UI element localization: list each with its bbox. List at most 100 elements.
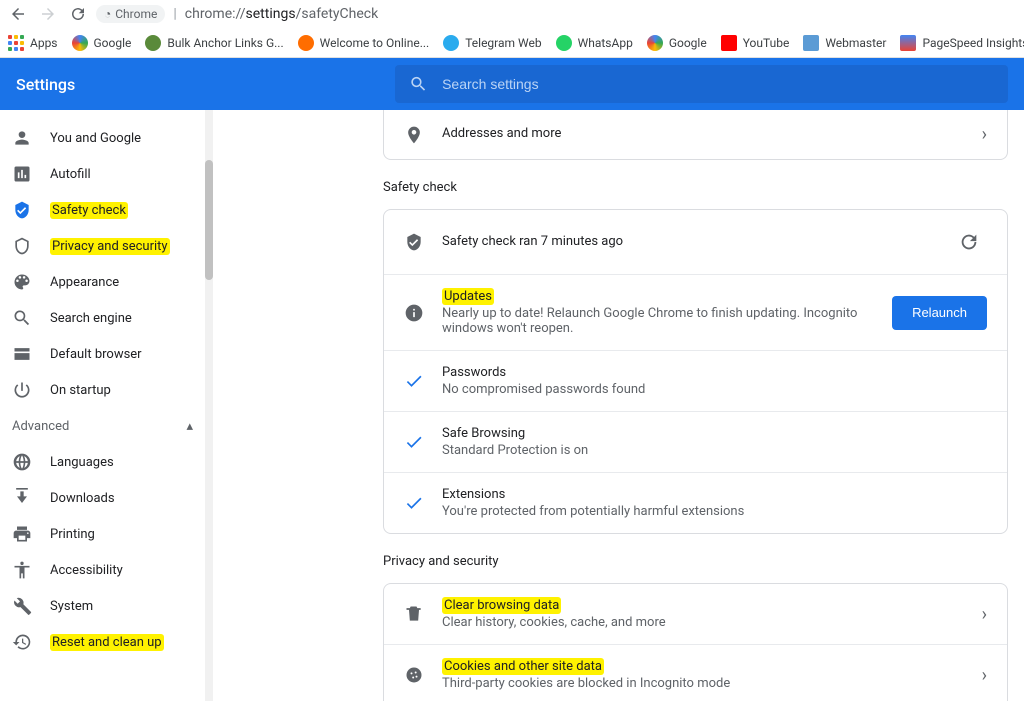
- trash-icon: [404, 604, 424, 624]
- content-area: Addresses and more › Safety check Safety…: [213, 110, 1024, 701]
- youtube-icon: [721, 35, 737, 51]
- bookmark-label: Google: [94, 36, 132, 50]
- bookmark-bulk-anchor[interactable]: Bulk Anchor Links G...: [145, 35, 283, 51]
- sidebar: You and Google Autofill Safety check Pri…: [0, 110, 205, 701]
- sidebar-item-default-browser[interactable]: Default browser: [0, 336, 205, 372]
- check-icon: [404, 493, 424, 513]
- shield-check-icon: [404, 232, 424, 252]
- info-icon: [404, 303, 424, 323]
- bookmark-welcome[interactable]: Welcome to Online...: [298, 35, 430, 51]
- settings-header: Settings: [0, 58, 1024, 110]
- cookie-icon: [404, 665, 424, 685]
- sidebar-item-label: On startup: [50, 383, 111, 398]
- row-title: Clear browsing data: [442, 598, 964, 613]
- addresses-row[interactable]: Addresses and more ›: [384, 110, 1007, 159]
- privacy-section-title: Privacy and security: [383, 554, 1008, 569]
- row-title: Addresses and more: [442, 126, 964, 141]
- bookmark-label: Apps: [30, 36, 58, 50]
- relaunch-button[interactable]: Relaunch: [892, 296, 987, 330]
- privacy-card: Clear browsing data Clear history, cookie…: [383, 583, 1008, 701]
- apps-button[interactable]: Apps: [8, 35, 58, 51]
- bookmark-youtube[interactable]: YouTube: [721, 35, 790, 51]
- bookmark-telegram[interactable]: Telegram Web: [443, 35, 541, 51]
- back-button[interactable]: [6, 2, 30, 26]
- person-icon: [12, 128, 32, 148]
- favicon: [145, 35, 161, 51]
- restore-icon: [12, 632, 32, 652]
- bookmark-pagespeed[interactable]: PageSpeed Insights: [900, 35, 1024, 51]
- sidebar-item-label: Printing: [50, 527, 95, 542]
- url-bar[interactable]: ◔Chrome | chrome://settings/safetyCheck: [96, 5, 378, 23]
- sidebar-item-label: You and Google: [50, 131, 141, 146]
- autofill-icon: [12, 164, 32, 184]
- browser-nav-bar: ◔Chrome | chrome://settings/safetyCheck: [0, 0, 1024, 28]
- page-title: Settings: [16, 75, 75, 94]
- sidebar-item-downloads[interactable]: Downloads: [0, 480, 205, 516]
- addresses-card: Addresses and more ›: [383, 110, 1008, 160]
- rerun-button[interactable]: [951, 224, 987, 260]
- bookmark-label: PageSpeed Insights: [922, 36, 1024, 50]
- sidebar-item-label: Reset and clean up: [50, 635, 164, 650]
- row-title: Cookies and other site data: [442, 659, 964, 674]
- forward-button[interactable]: [36, 2, 60, 26]
- sidebar-item-you-and-google[interactable]: You and Google: [0, 120, 205, 156]
- sidebar-item-reset[interactable]: Reset and clean up: [0, 624, 205, 660]
- clear-data-row[interactable]: Clear browsing data Clear history, cookie…: [384, 584, 1007, 644]
- sidebar-item-printing[interactable]: Printing: [0, 516, 205, 552]
- sidebar-item-languages[interactable]: Languages: [0, 444, 205, 480]
- search-icon: [12, 308, 32, 328]
- check-icon: [404, 432, 424, 452]
- bookmark-webmaster[interactable]: Webmaster: [803, 35, 886, 51]
- safety-check-card: Safety check ran 7 minutes ago Updates N…: [383, 209, 1008, 534]
- whatsapp-icon: [556, 35, 572, 51]
- sidebar-item-appearance[interactable]: Appearance: [0, 264, 205, 300]
- row-title: Safety check ran 7 minutes ago: [442, 234, 933, 249]
- sidebar-item-privacy[interactable]: Privacy and security: [0, 228, 205, 264]
- cookies-row[interactable]: Cookies and other site data Third-party c…: [384, 644, 1007, 701]
- sidebar-item-search-engine[interactable]: Search engine: [0, 300, 205, 336]
- sidebar-item-autofill[interactable]: Autofill: [0, 156, 205, 192]
- sidebar-advanced-toggle[interactable]: Advanced▴: [0, 408, 205, 444]
- sidebar-scrollbar[interactable]: [205, 110, 213, 701]
- sidebar-item-label: Search engine: [50, 311, 132, 326]
- globe-icon: [12, 452, 32, 472]
- sidebar-item-label: Privacy and security: [50, 239, 170, 254]
- row-sub: No compromised passwords found: [442, 382, 987, 397]
- apps-icon: [8, 35, 24, 51]
- bookmark-label: Telegram Web: [465, 36, 541, 50]
- chevron-up-icon: ▴: [186, 419, 193, 434]
- search-input[interactable]: [442, 76, 994, 92]
- bookmark-google2[interactable]: Google: [647, 35, 707, 51]
- browser-icon: [12, 344, 32, 364]
- sidebar-item-system[interactable]: System: [0, 588, 205, 624]
- wrench-icon: [12, 596, 32, 616]
- power-icon: [12, 380, 32, 400]
- row-sub: Third-party cookies are blocked in Incog…: [442, 676, 964, 691]
- sidebar-item-on-startup[interactable]: On startup: [0, 372, 205, 408]
- bookmark-label: Welcome to Online...: [320, 36, 430, 50]
- shield-icon: [12, 236, 32, 256]
- row-sub: Clear history, cookies, cache, and more: [442, 615, 964, 630]
- bookmarks-bar: Apps Google Bulk Anchor Links G... Welco…: [0, 28, 1024, 58]
- bookmark-whatsapp[interactable]: WhatsApp: [556, 35, 633, 51]
- bookmark-google[interactable]: Google: [72, 35, 132, 51]
- check-icon: [404, 371, 424, 391]
- sidebar-item-safety-check[interactable]: Safety check: [0, 192, 205, 228]
- location-icon: [404, 125, 424, 145]
- row-sub: You're protected from potentially harmfu…: [442, 504, 987, 519]
- row-title: Updates: [442, 289, 874, 304]
- sidebar-item-accessibility[interactable]: Accessibility: [0, 552, 205, 588]
- scrollbar-thumb[interactable]: [205, 160, 213, 280]
- safe-browsing-row: Safe BrowsingStandard Protection is on: [384, 411, 1007, 472]
- search-icon: [409, 74, 428, 94]
- row-title: Passwords: [442, 365, 987, 380]
- search-bar[interactable]: [395, 65, 1008, 103]
- updates-row: Updates Nearly up to date! Relaunch Goog…: [384, 274, 1007, 350]
- bookmark-label: Bulk Anchor Links G...: [167, 36, 283, 50]
- reload-button[interactable]: [66, 2, 90, 26]
- bookmark-label: WhatsApp: [578, 36, 633, 50]
- bookmark-label: Webmaster: [825, 36, 886, 50]
- sidebar-item-label: Safety check: [50, 203, 128, 218]
- row-sub: Nearly up to date! Relaunch Google Chrom…: [442, 306, 874, 336]
- sidebar-item-label: Downloads: [50, 491, 115, 506]
